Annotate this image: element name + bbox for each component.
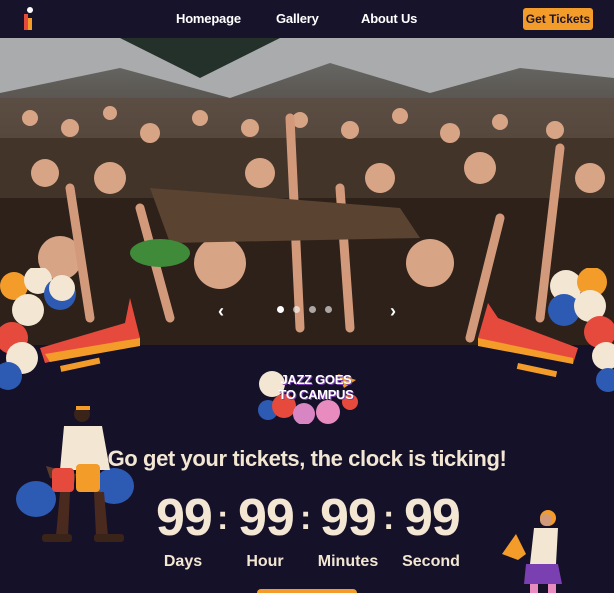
countdown-hour-label: Hour — [246, 553, 284, 570]
site-logo[interactable] — [22, 4, 54, 34]
countdown-second-label: Second — [402, 553, 460, 570]
get-tickets-button[interactable]: Get Tickets — [523, 8, 593, 30]
jazz-goes-to-campus-logo: JAZZ GOES TO CAMPUS — [258, 366, 358, 424]
countdown-headline: Go get your tickets, the clock is tickin… — [107, 446, 507, 471]
countdown-separator: : — [300, 499, 312, 537]
countdown-days-value: 99 — [156, 489, 213, 547]
countdown-days-label: Days — [163, 553, 203, 570]
countdown-separator: : — [383, 499, 395, 537]
countdown-second-value: 99 — [404, 489, 461, 547]
carousel-dot[interactable] — [309, 306, 316, 313]
nav-about-link[interactable]: About Us — [361, 11, 417, 26]
countdown-cta-button[interactable] — [257, 589, 357, 593]
event-logo-line1: JAZZ GOES — [280, 372, 352, 387]
carousel-dot[interactable] — [325, 306, 332, 313]
nav-gallery-link[interactable]: Gallery — [276, 11, 319, 26]
event-logo-line2: TO CAMPUS — [278, 387, 354, 402]
countdown-hour: 99 — [238, 488, 295, 548]
drummer-illustration — [16, 406, 134, 542]
saxophonist-illustration — [502, 510, 562, 593]
countdown-minutes-value: 99 — [320, 489, 377, 547]
carousel-dot[interactable] — [277, 306, 284, 313]
countdown-minutes: 99 — [320, 488, 377, 548]
carousel-dot[interactable] — [293, 306, 300, 313]
countdown-separator: : — [217, 499, 229, 537]
carousel-dots — [277, 306, 332, 313]
carousel-next-button[interactable]: › — [386, 301, 400, 321]
carousel-prev-button[interactable]: ‹ — [214, 301, 228, 321]
countdown-hour-value: 99 — [238, 489, 295, 547]
countdown-minutes-label: Minutes — [317, 553, 379, 570]
balloons-trumpet-left-illustration — [0, 268, 140, 390]
top-navbar: Homepage Gallery About Us Get Tickets — [0, 0, 614, 38]
balloons-trumpet-right-illustration — [478, 268, 614, 392]
logo-mark-icon — [24, 7, 33, 30]
countdown-days: 99 — [156, 488, 213, 548]
nav-homepage-link[interactable]: Homepage — [176, 11, 241, 26]
countdown-second: 99 — [404, 488, 461, 548]
event-logo-text: JAZZ GOES TO CAMPUS — [271, 372, 361, 402]
